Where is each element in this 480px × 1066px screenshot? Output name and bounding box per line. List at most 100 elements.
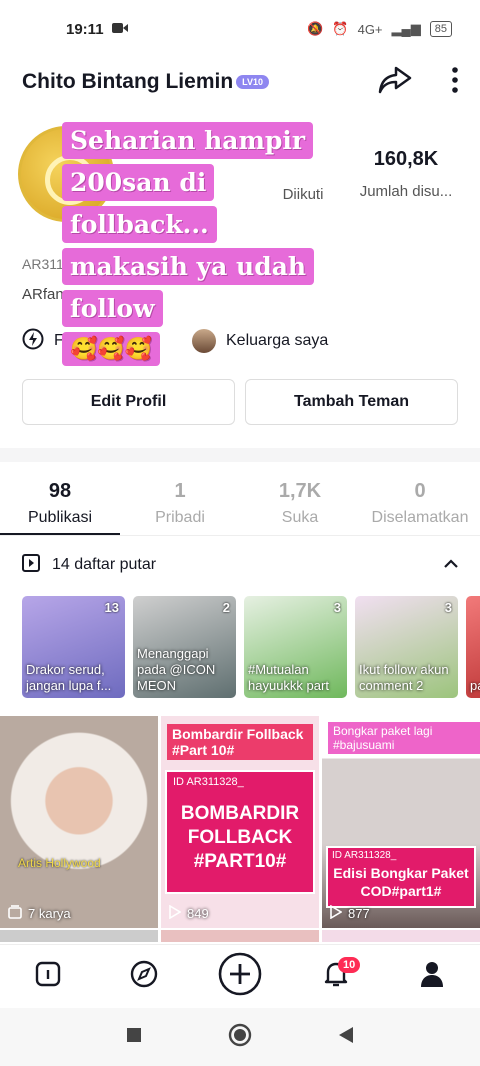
tab-diselamatkan[interactable]: 0 Diselamatkan <box>360 470 480 535</box>
status-bar: 19:11 🔕 ⏰ 4G+ ▂▄▆ 85 <box>0 0 480 58</box>
status-time: 19:11 <box>66 20 104 38</box>
signal-icon: ▂▄▆ <box>391 21 421 36</box>
video-thumbnail-partial[interactable] <box>0 930 158 942</box>
playlist-card[interactable]: 3 Ikut follow akun comment 2 <box>355 596 458 698</box>
text-overlay: Seharian hampir 200san di follback... ma… <box>62 122 346 384</box>
mute-icon: 🔕 <box>307 21 324 36</box>
battery-indicator: 85 <box>429 21 452 37</box>
playlist-row: 13 Drakor serud, jangan lupa f... 2 Mena… <box>22 596 480 698</box>
tab-label: Publikasi <box>27 509 93 526</box>
tab-publikasi[interactable]: 98 Publikasi <box>0 470 120 535</box>
playlist-count-label: 14 daftar putar <box>52 556 157 573</box>
playlist-video-count: 13 <box>104 600 119 615</box>
lightning-icon[interactable] <box>22 328 44 355</box>
share-icon[interactable] <box>378 65 412 100</box>
nav-discover[interactable] <box>120 953 168 1001</box>
tab-label: Suka <box>281 509 319 526</box>
video-title-card: ID AR311328_ Edisi Bongkar Paket COD#par… <box>326 846 476 908</box>
overlay-line: makasih ya udah <box>62 248 315 285</box>
tab-count: 0 <box>414 480 426 502</box>
plus-icon <box>218 952 262 1001</box>
add-friend-button[interactable]: Tambah Teman <box>245 379 458 425</box>
view-count: 877 <box>348 906 370 921</box>
profile-buttons: Edit Profil Tambah Teman <box>22 379 458 425</box>
compass-icon <box>130 960 158 993</box>
notification-badge: 10 <box>338 956 361 973</box>
more-options-icon[interactable] <box>452 66 458 98</box>
stat-likes[interactable]: 160,8K Jumlah disu... <box>350 148 462 200</box>
playlist-icon <box>22 553 40 577</box>
video-title-card: ID AR311328_ BOMBARDIR FOLLBACK #PART10# <box>165 770 315 894</box>
tab-label: Pribadi <box>155 509 205 526</box>
nav-profile[interactable] <box>408 953 456 1001</box>
recent-apps-icon[interactable] <box>126 1027 142 1048</box>
video-meta: 849 <box>169 904 209 922</box>
video-tag: Bongkar paket lagi #bajusuami <box>328 722 480 754</box>
video-camera-icon <box>111 21 128 38</box>
overlay-line: follow <box>62 290 163 327</box>
tab-label: Diselamatkan <box>371 509 469 526</box>
likes-count: 160,8K <box>373 148 439 170</box>
alarm-icon: ⏰ <box>332 21 349 36</box>
profile-bio: ARfan <box>22 286 64 303</box>
playlist-video-count: 3 <box>444 600 452 615</box>
video-grid: Artis Hollywood 7 karya Bombardir Follba… <box>0 716 480 928</box>
playlist-caption: #Mutualan hayuukkk part <box>248 662 329 693</box>
playlist-video-count: 2 <box>222 600 230 615</box>
home-icon <box>35 961 61 992</box>
chevron-up-icon[interactable] <box>444 556 458 574</box>
back-icon[interactable] <box>338 1026 354 1049</box>
playlist-card[interactable]: pa <box>466 596 480 698</box>
content-tabs: 98 Publikasi 1 Pribadi 1,7K Suka 0 Disel… <box>0 470 480 536</box>
system-navigation <box>0 1008 480 1066</box>
overlay-line: 200san di <box>62 164 215 201</box>
profile-icon <box>419 960 445 993</box>
nav-notifications[interactable]: 10 <box>312 953 361 1001</box>
profile-header: Chito Bintang Liemin LV10 <box>22 62 458 102</box>
level-badge[interactable]: LV10 <box>236 75 269 89</box>
collection-count: 7 karya <box>28 906 71 921</box>
overlay-line: follback... <box>62 206 217 243</box>
play-icon <box>169 904 182 922</box>
playlist-card[interactable]: 3 #Mutualan hayuukkk part <box>244 596 347 698</box>
playlist-caption: Menanggapi pada @ICON MEON <box>137 646 216 693</box>
video-title: Edisi Bongkar Paket COD#part1# <box>333 865 469 899</box>
tab-count: 98 <box>48 480 72 502</box>
collection-icon <box>8 905 22 922</box>
tab-count: 1 <box>174 480 186 502</box>
playlist-caption: Ikut follow akun comment 2 <box>359 662 449 693</box>
video-overlay-text: Artis Hollywood <box>18 856 101 870</box>
bottom-navigation: 10 <box>0 944 480 1008</box>
section-divider <box>0 448 480 462</box>
video-meta: 7 karya <box>8 905 71 922</box>
playlist-video-count: 3 <box>333 600 341 615</box>
tab-suka[interactable]: 1,7K Suka <box>240 470 360 535</box>
nav-home[interactable] <box>24 953 72 1001</box>
playlist-caption: pa <box>470 678 480 693</box>
video-id: ID AR311328_ <box>173 776 244 788</box>
video-tag: Bombardir Follback #Part 10# <box>167 724 313 760</box>
video-thumbnail-partial[interactable] <box>322 930 480 942</box>
video-thumbnail[interactable]: Artis Hollywood 7 karya <box>0 716 158 928</box>
edit-profile-button[interactable]: Edit Profil <box>22 379 235 425</box>
video-meta: 877 <box>330 904 370 922</box>
playlist-caption: Drakor serud, jangan lupa f... <box>26 662 112 693</box>
play-icon <box>330 904 343 922</box>
video-thumbnail-partial[interactable] <box>161 930 319 942</box>
tab-count: 1,7K <box>278 480 322 502</box>
video-thumbnail[interactable]: Bombardir Follback #Part 10# ID AR311328… <box>161 716 319 928</box>
home-button-icon[interactable] <box>228 1023 252 1052</box>
video-thumbnail[interactable]: Bongkar paket lagi #bajusuami ID AR31132… <box>322 716 480 928</box>
likes-label: Jumlah disu... <box>359 183 453 200</box>
tab-pribadi[interactable]: 1 Pribadi <box>120 470 240 535</box>
playlist-header[interactable]: 14 daftar putar <box>22 548 458 582</box>
video-title: BOMBARDIR FOLLBACK #PART10# <box>180 803 300 872</box>
network-label: 4G+ <box>357 21 383 37</box>
profile-username: Chito Bintang Liemin <box>22 70 234 93</box>
video-id: ID AR311328_ <box>332 850 397 861</box>
overlay-emoji-line: 🥰🥰🥰 <box>62 332 161 366</box>
view-count: 849 <box>187 906 209 921</box>
playlist-card[interactable]: 2 Menanggapi pada @ICON MEON <box>133 596 236 698</box>
playlist-card[interactable]: 13 Drakor serud, jangan lupa f... <box>22 596 125 698</box>
nav-create[interactable] <box>216 952 264 1001</box>
